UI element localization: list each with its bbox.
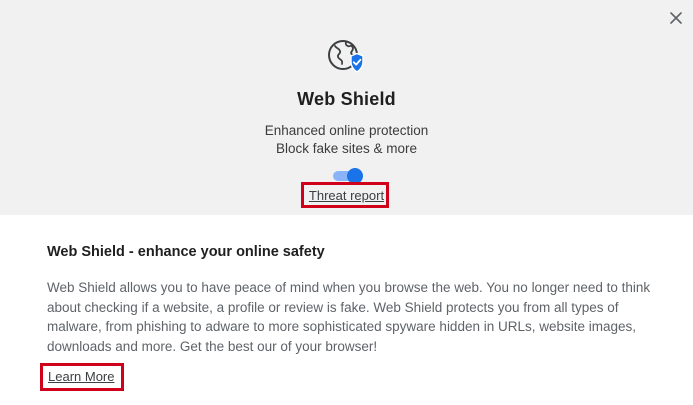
close-icon [670, 12, 682, 24]
web-shield-toggle[interactable] [333, 168, 363, 184]
learn-more-link[interactable]: Learn More [48, 369, 114, 384]
web-shield-dialog: Web Shield Enhanced online protection Bl… [0, 0, 693, 405]
info-body: Web Shield allows you to have peace of m… [47, 280, 651, 354]
page-title: Web Shield [297, 89, 396, 109]
header-panel: Web Shield Enhanced online protection Bl… [0, 0, 693, 215]
globe-shield-icon [327, 39, 365, 75]
subtitle-line-2: Block fake sites & more [275, 141, 418, 156]
subtitle-line-1: Enhanced online protection [264, 123, 429, 138]
close-button[interactable] [666, 8, 686, 28]
threat-report-link[interactable]: Threat report [0, 188, 693, 203]
info-heading: Web Shield - enhance your online safety [47, 244, 325, 260]
